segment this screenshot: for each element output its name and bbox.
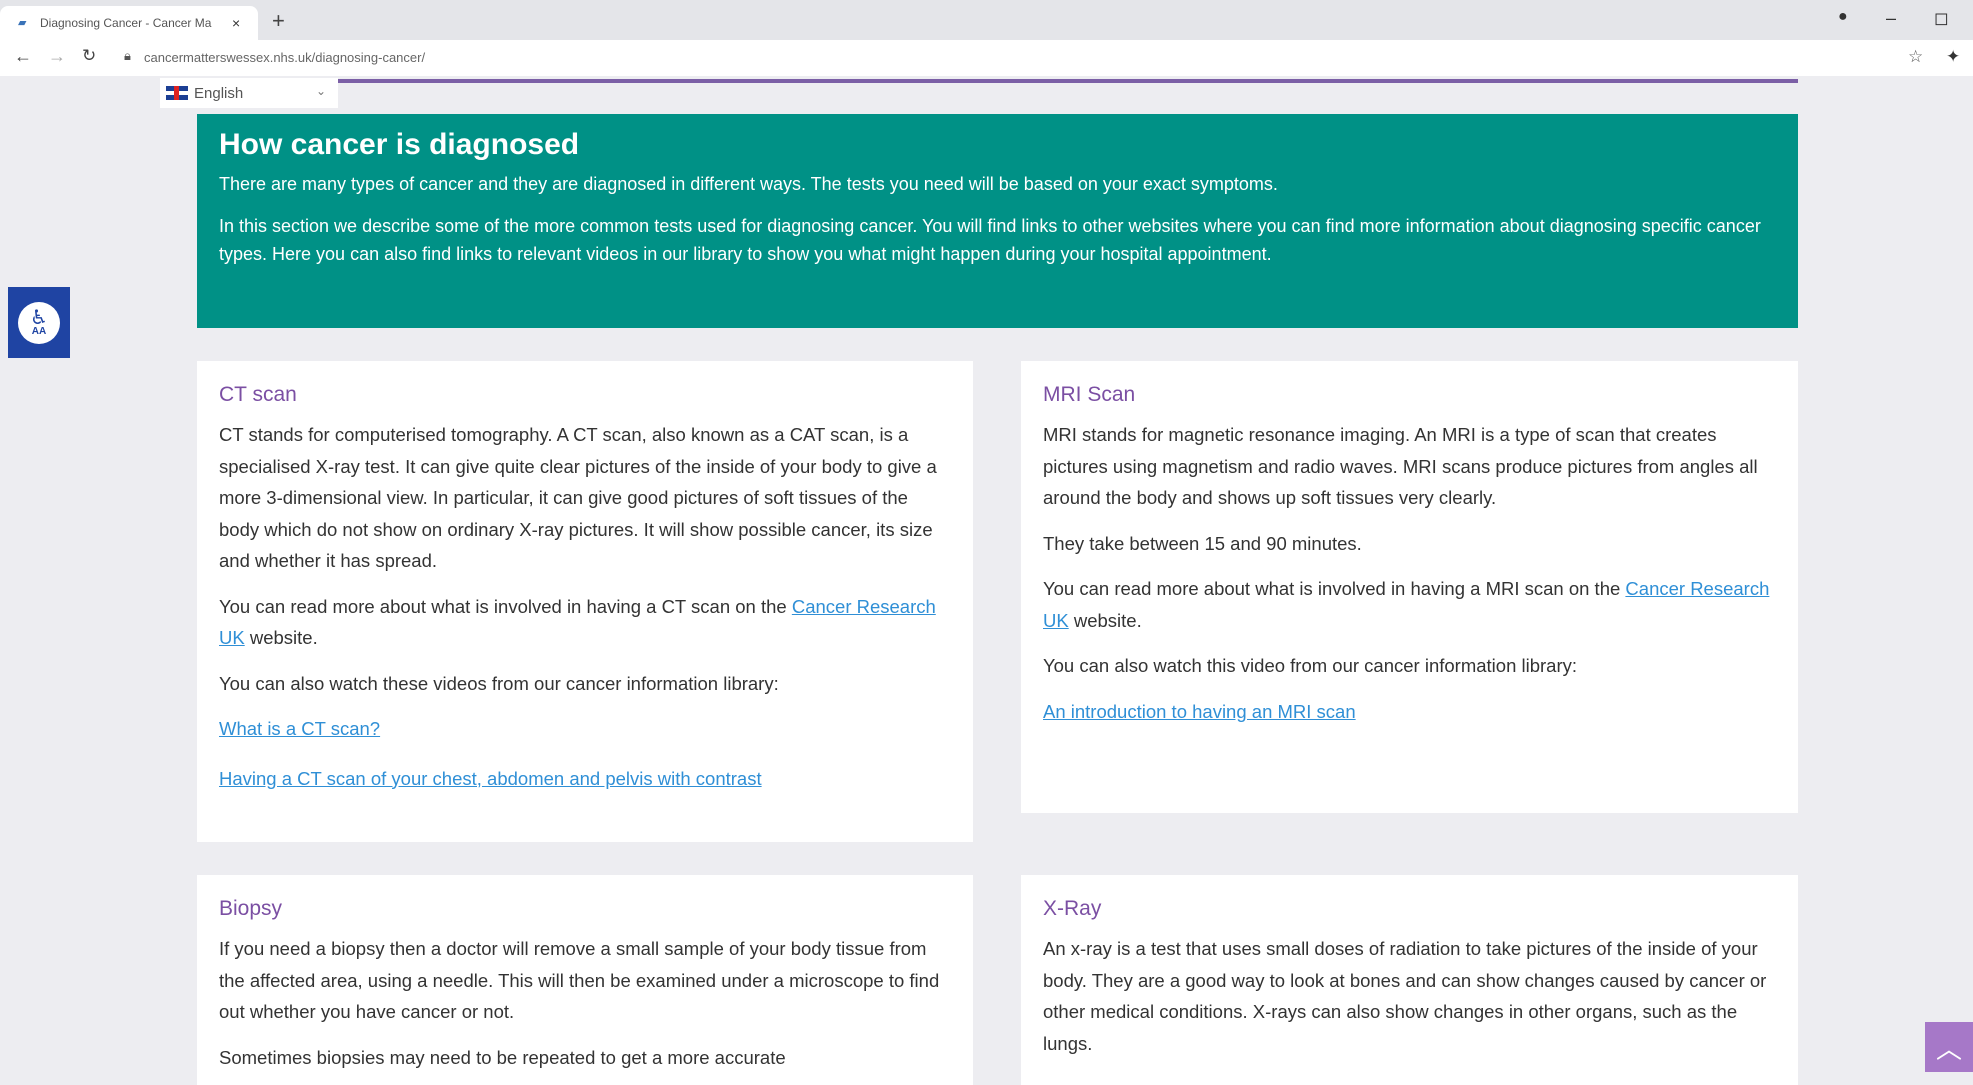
back-arrow-icon[interactable]: ← — [14, 46, 32, 67]
card-paragraph: You can read more about what is involved… — [1043, 573, 1776, 636]
restore-button[interactable]: ◻ — [1934, 8, 1949, 29]
header-divider — [338, 79, 1798, 83]
chevron-up-icon: ︿ — [1935, 1033, 1962, 1064]
forward-arrow-icon[interactable]: → — [48, 46, 66, 67]
uk-flag-icon — [166, 86, 188, 100]
accessibility-aa-label: AA — [31, 325, 47, 337]
card-paragraph: CT stands for computerised tomography. A… — [219, 424, 937, 571]
address-bar[interactable]: cancermatterswessex.nhs.uk/diagnosing-ca… — [144, 50, 425, 65]
card-paragraph: You can read more about what is involved… — [219, 591, 951, 654]
card-title: CT scan — [219, 383, 297, 406]
browser-toolbar: ← → ↻ 🔒︎ cancermatterswessex.nhs.uk/diag… — [0, 40, 1973, 76]
link-row: An introduction to having an MRI scan — [1043, 696, 1776, 728]
accessibility-button[interactable]: ♿︎ AA — [8, 287, 70, 358]
card-paragraph: MRI stands for magnetic resonance imagin… — [1043, 424, 1758, 508]
card-title: Biopsy — [219, 897, 283, 920]
card-biopsy: Biopsy If you need a biopsy then a docto… — [197, 875, 973, 1085]
intro-mri-scan-link[interactable]: An introduction to having an MRI scan — [1043, 701, 1356, 722]
browser-tab-bar: ▰ Diagnosing Cancer - Cancer Ma × + ● – … — [0, 0, 1973, 40]
chevron-down-icon: ⌄ — [315, 84, 326, 98]
card-paragraph: An x-ray is a test that uses small doses… — [1043, 938, 1767, 1054]
text-span: website. — [1068, 609, 1142, 631]
minimize-button[interactable]: – — [1886, 8, 1896, 29]
card-title: MRI Scan — [1043, 383, 1136, 406]
card-paragraph: They take between 15 and 90 minutes. — [1043, 532, 1362, 554]
intro-paragraph-1: There are many types of cancer and they … — [219, 174, 1278, 194]
lock-icon[interactable]: 🔒︎ — [124, 48, 131, 64]
card-ct-scan: CT scan CT stands for computerised tomog… — [197, 361, 973, 842]
card-paragraph: If you need a biopsy then a doctor will … — [219, 938, 940, 1022]
browser-tab[interactable]: ▰ Diagnosing Cancer - Cancer Ma × — [0, 6, 258, 40]
reload-icon[interactable]: ↻ — [82, 46, 96, 66]
new-tab-button[interactable]: + — [272, 8, 285, 34]
link-row: Having a CT scan of your chest, abdomen … — [219, 763, 951, 795]
extension-icon[interactable]: ✦ — [1946, 47, 1960, 67]
card-paragraph: You can also watch this video from our c… — [1043, 655, 1578, 676]
card-x-ray: X-Ray An x-ray is a test that uses small… — [1021, 875, 1798, 1085]
bookmark-star-icon[interactable]: ☆ — [1908, 47, 1923, 67]
intro-paragraph-2: In this section we describe some of the … — [219, 216, 1761, 264]
person-glyph: ♿︎ — [30, 306, 48, 329]
link-row: What is a CT scan? — [219, 713, 951, 745]
text-span: You can read more about what is involved… — [219, 595, 792, 617]
browser-profile-icon[interactable]: ● — [1838, 8, 1848, 26]
text-span: You can read more about what is involved… — [1043, 578, 1626, 599]
language-label: English — [194, 84, 244, 102]
tab-close-icon[interactable]: × — [232, 15, 240, 31]
page-title: How cancer is diagnosed — [219, 128, 580, 161]
accessibility-person-icon: ♿︎ AA — [18, 301, 60, 344]
intro-banner: How cancer is diagnosed There are many t… — [197, 114, 1798, 328]
nhs-favicon-icon: ▰ — [18, 16, 27, 29]
card-paragraph: Sometimes biopsies may need to be repeat… — [219, 1046, 786, 1068]
card-paragraph: You can also watch these videos from our… — [219, 672, 779, 694]
card-mri-scan: MRI Scan MRI stands for magnetic resonan… — [1021, 361, 1798, 813]
what-is-ct-scan-link[interactable]: What is a CT scan? — [219, 718, 380, 739]
card-title: X-Ray — [1043, 897, 1102, 920]
back-to-top-button[interactable]: ︿ — [1925, 1022, 1973, 1072]
tab-title: Diagnosing Cancer - Cancer Ma — [40, 16, 212, 30]
ct-chest-abdomen-pelvis-link[interactable]: Having a CT scan of your chest, abdomen … — [219, 768, 762, 789]
language-selector[interactable]: English ⌄ — [160, 78, 338, 108]
text-span: website. — [244, 627, 318, 648]
